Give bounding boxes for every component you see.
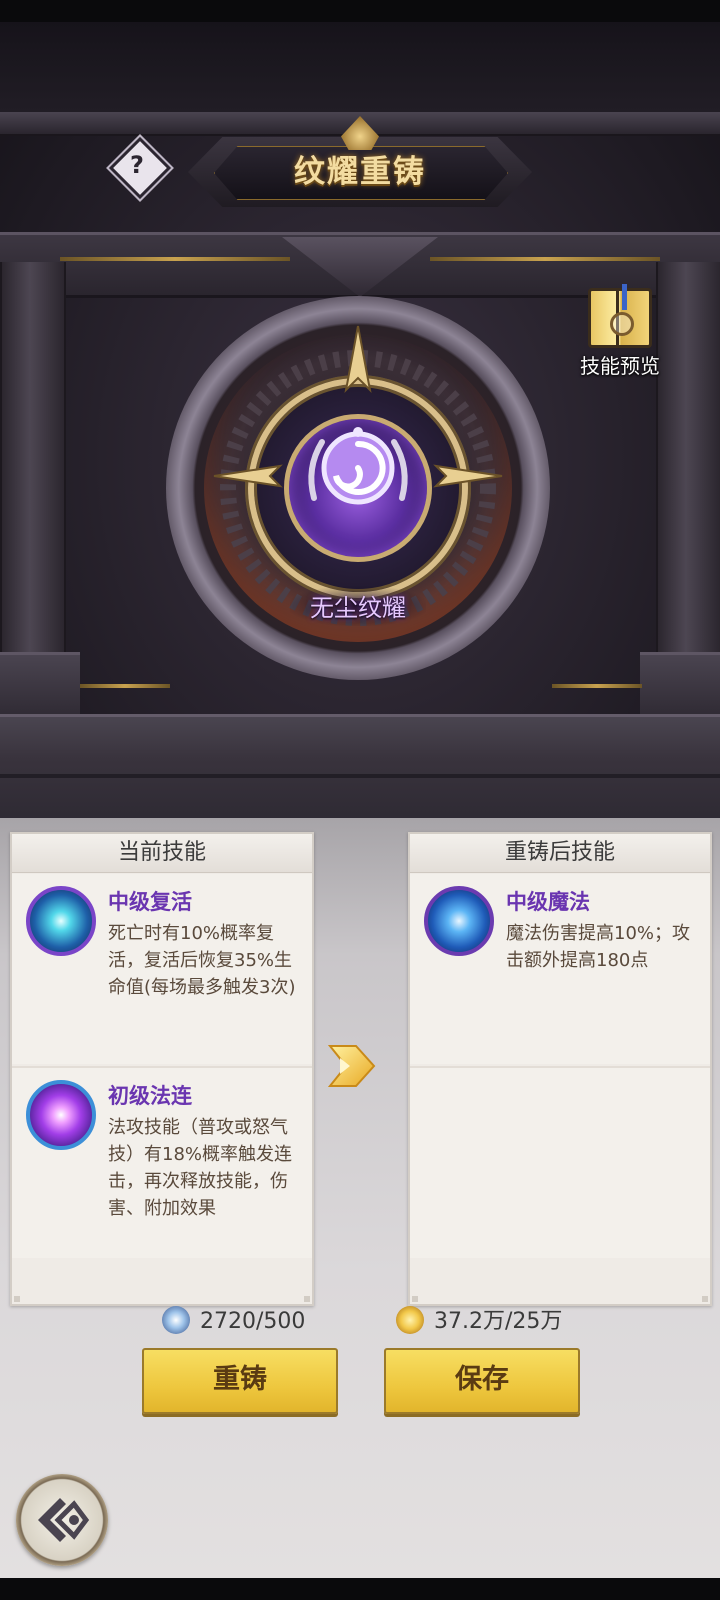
recast-button[interactable]: 重铸 bbox=[142, 1348, 338, 1414]
page-title: 纹耀重铸 bbox=[294, 154, 426, 190]
floor-trim-right bbox=[552, 684, 642, 688]
bookmark-icon bbox=[622, 284, 627, 310]
magnifier-icon bbox=[610, 312, 634, 336]
current-skills-panel: 当前技能 中级复活 死亡时有10%概率复活，复活后恢复35%生命值(每场最多触发… bbox=[10, 832, 314, 1306]
ceiling bbox=[0, 22, 720, 112]
skill-description: 死亡时有10%概率复活，复活后恢复35%生命值(每场最多触发3次) bbox=[108, 923, 296, 998]
gold-trim-left bbox=[60, 257, 290, 261]
revive-icon bbox=[26, 886, 96, 956]
panel-corner bbox=[702, 1296, 708, 1302]
question-mark-icon[interactable]: ? bbox=[118, 146, 156, 184]
gold-cost: 37.2万/25万 bbox=[396, 1305, 562, 1339]
magic-swirl-icon bbox=[424, 886, 494, 956]
navigation-bar bbox=[0, 1578, 720, 1600]
save-button[interactable]: 保存 bbox=[384, 1348, 580, 1414]
recast-skills-panel: 重铸后技能 中级魔法 魔法伤害提高10%；攻击额外提高180点 bbox=[408, 832, 712, 1306]
skill-name: 中级魔法 bbox=[506, 890, 590, 914]
recast-skill-slot-2-empty bbox=[410, 1068, 710, 1258]
panel-corner bbox=[412, 1296, 418, 1302]
current-skills-title: 当前技能 bbox=[12, 834, 312, 873]
rune-coin-icon bbox=[162, 1306, 190, 1334]
skill-preview-label: 技能预览 bbox=[580, 354, 660, 378]
back-arrow-icon bbox=[38, 1498, 90, 1542]
emblem-name: 无尘纹耀 bbox=[310, 594, 406, 622]
rune-cost-value: 2720/500 bbox=[200, 1309, 306, 1334]
status-bar bbox=[0, 0, 720, 22]
stone-floor bbox=[0, 714, 720, 818]
gold-cost-value: 37.2万/25万 bbox=[434, 1309, 563, 1334]
skill-name: 中级复活 bbox=[108, 890, 192, 914]
gold-coin-icon bbox=[396, 1306, 424, 1334]
panel-corner bbox=[304, 1296, 310, 1302]
panel-corner bbox=[14, 1296, 20, 1302]
skill-slot-2[interactable]: 初级法连 法攻技能（普攻或怒气技）有18%概率触发连击，再次释放技能，伤害、附加… bbox=[12, 1068, 312, 1258]
chevron-right-icon bbox=[327, 1045, 376, 1087]
floor-edge bbox=[0, 774, 720, 778]
rune-cost: 2720/500 bbox=[162, 1305, 305, 1339]
magic-combo-icon bbox=[26, 1080, 96, 1150]
recast-skills-title: 重铸后技能 bbox=[410, 834, 710, 873]
skill-description: 法攻技能（普攻或怒气技）有18%概率触发连击，再次释放技能，伤害、附加效果 bbox=[108, 1117, 293, 1219]
skill-slot-1[interactable]: 中级复活 死亡时有10%概率复活，复活后恢复35%生命值(每场最多触发3次) bbox=[12, 874, 312, 1064]
floor-trim-left bbox=[80, 684, 170, 688]
skill-name: 初级法连 bbox=[108, 1084, 192, 1108]
skill-preview-button[interactable]: 技能预览 bbox=[570, 282, 670, 380]
skill-description: 魔法伤害提高10%；攻击额外提高180点 bbox=[506, 923, 691, 971]
pillar-left bbox=[0, 262, 66, 712]
gold-trim-right bbox=[430, 257, 660, 261]
recast-skill-slot-1[interactable]: 中级魔法 魔法伤害提高10%；攻击额外提高180点 bbox=[410, 874, 710, 1064]
spiral-emblem-icon bbox=[213, 325, 503, 505]
